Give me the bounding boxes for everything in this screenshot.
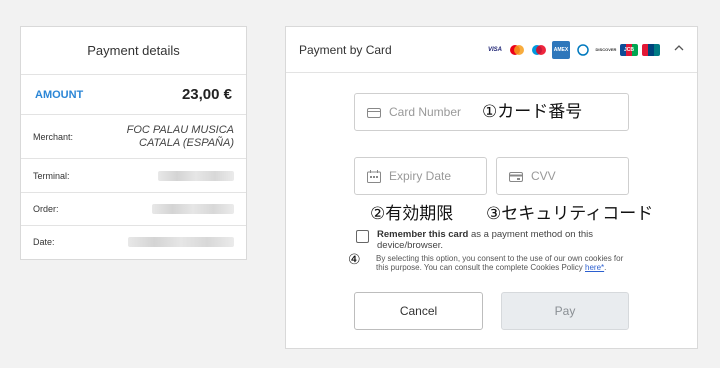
card-cvv-icon xyxy=(509,170,523,182)
merchant-value: FOC PALAU MUSICA CATALA (ESPAÑA) xyxy=(126,123,234,149)
annotation-remember: ④ xyxy=(348,252,361,268)
calendar-icon xyxy=(367,170,381,183)
payment-by-card-panel: Payment by Card VISA AMEX DISCOVER JCB C… xyxy=(285,26,698,349)
card-number-placeholder: Card Number xyxy=(389,105,462,119)
card-brand-logos: VISA AMEX DISCOVER JCB xyxy=(486,40,660,59)
visa-icon: VISA xyxy=(486,43,504,56)
date-value-redacted xyxy=(128,237,234,247)
remember-card-bold: Remember this card xyxy=(377,229,469,240)
card-panel-header[interactable]: Payment by Card VISA AMEX DISCOVER JCB xyxy=(286,27,697,73)
consent-end: . xyxy=(604,263,607,272)
diners-icon xyxy=(574,43,592,56)
order-row: Order: xyxy=(21,193,246,226)
maestro-icon xyxy=(530,44,548,56)
discover-icon: DISCOVER xyxy=(596,43,616,56)
amex-icon: AMEX xyxy=(552,40,570,59)
merchant-label: Merchant: xyxy=(33,131,74,142)
order-value-redacted xyxy=(152,204,234,214)
cvv-placeholder: CVV xyxy=(531,169,556,183)
annotation-card-number: ①カード番号 xyxy=(482,102,583,122)
cookies-policy-link[interactable]: here* xyxy=(585,263,604,272)
card-panel-title: Payment by Card xyxy=(299,42,392,57)
jcb-icon: JCB xyxy=(620,43,638,56)
terminal-value-redacted xyxy=(158,170,234,181)
amount-row: AMOUNT 23,00 € xyxy=(21,75,246,115)
date-label: Date: xyxy=(33,237,55,247)
cvv-field[interactable]: CVV xyxy=(496,157,629,195)
chevron-up-icon[interactable] xyxy=(674,44,684,55)
payment-details-title: Payment details xyxy=(21,27,246,75)
date-row: Date: xyxy=(21,226,246,258)
cancel-button[interactable]: Cancel xyxy=(354,292,483,330)
expiry-date-field[interactable]: Expiry Date xyxy=(354,157,487,195)
mastercard-icon xyxy=(508,44,526,56)
remember-card-checkbox[interactable] xyxy=(356,230,369,243)
credit-card-icon xyxy=(367,106,381,118)
annotation-expiry: ②有効期限 xyxy=(370,204,454,224)
terminal-row: Terminal: xyxy=(21,159,246,193)
order-label: Order: xyxy=(33,204,59,214)
expiry-date-placeholder: Expiry Date xyxy=(389,169,452,183)
unionpay-icon xyxy=(642,43,660,56)
remember-card-option: Remember this card as a payment method o… xyxy=(356,229,611,251)
amount-value: 23,00 € xyxy=(181,86,232,103)
cookies-consent-text: By selecting this option, you consent to… xyxy=(376,254,626,272)
payment-details-panel: Payment details AMOUNT 23,00 € Merchant:… xyxy=(20,26,247,260)
amount-label: AMOUNT xyxy=(35,88,84,101)
remember-card-label: Remember this card as a payment method o… xyxy=(377,229,611,251)
annotation-security-code: ③セキュリティコード xyxy=(486,204,654,224)
merchant-row: Merchant: FOC PALAU MUSICA CATALA (ESPAÑ… xyxy=(21,115,246,159)
terminal-label: Terminal: xyxy=(33,170,70,181)
pay-button[interactable]: Pay xyxy=(501,292,629,330)
